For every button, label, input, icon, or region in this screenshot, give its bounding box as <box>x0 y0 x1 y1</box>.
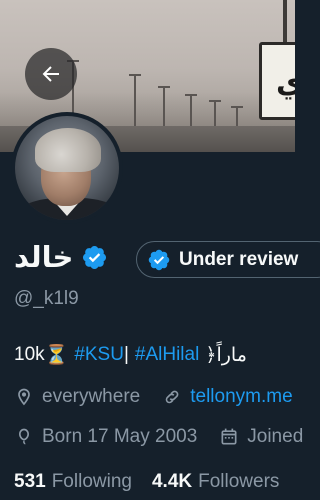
avatar[interactable] <box>11 112 123 224</box>
power-pole <box>129 74 141 130</box>
profile-meta-row: everywhere tellonym.me <box>14 386 315 408</box>
under-review-label: Under review <box>179 248 299 270</box>
following-label[interactable]: Following <box>52 471 132 493</box>
bio-suffix: ﴿ماراً <box>205 344 247 366</box>
bio-separator: | <box>123 344 129 365</box>
joined-text: Joined <box>247 426 304 447</box>
calendar-icon <box>221 428 237 445</box>
hashtag-link[interactable]: #AlHilal <box>135 344 199 366</box>
name-row: خالد <box>14 240 108 274</box>
bio-prefix: 10k <box>14 344 45 365</box>
power-pole <box>185 94 197 130</box>
balloon-icon <box>19 428 29 445</box>
sign-post <box>283 0 287 44</box>
location-item: everywhere <box>14 386 140 408</box>
hashtag-link[interactable]: #KSU <box>74 344 124 366</box>
under-review-button[interactable]: Under review <box>136 241 320 278</box>
website-link[interactable]: tellonym.me <box>190 386 292 408</box>
website-item[interactable]: tellonym.me <box>162 386 293 408</box>
avatar-hair <box>35 128 101 172</box>
link-icon <box>165 390 179 404</box>
road-sign: ي <box>259 42 295 120</box>
hourglass-icon: ⏳ <box>44 345 69 366</box>
back-button[interactable] <box>25 48 77 100</box>
location-text: everywhere <box>42 386 141 407</box>
arrow-left-icon <box>42 66 59 82</box>
profile-bio: 10k ⏳ #KSU | #AlHilal ﴿ماراً <box>14 343 247 367</box>
follow-stats: 531 Following 4.4K Followers <box>14 471 299 493</box>
profile-dates-row: Born 17 May 2003 Joined <box>14 426 320 448</box>
verified-badge-icon <box>148 249 170 270</box>
user-handle: @_k1l9 <box>14 288 79 309</box>
verified-badge-icon[interactable] <box>81 244 108 271</box>
road-sign-text: ي <box>276 65 295 100</box>
location-pin-icon <box>18 388 30 406</box>
followers-count[interactable]: 4.4K <box>152 471 192 493</box>
display-name: خالد <box>14 240 74 274</box>
birthday-text: Born 17 May 2003 <box>42 426 198 447</box>
power-pole <box>158 86 170 130</box>
joined-item: Joined <box>219 426 303 448</box>
birthday-item: Born 17 May 2003 <box>14 426 197 448</box>
avatar-photo <box>15 116 119 220</box>
following-count[interactable]: 531 <box>14 471 46 493</box>
followers-label[interactable]: Followers <box>198 471 279 493</box>
